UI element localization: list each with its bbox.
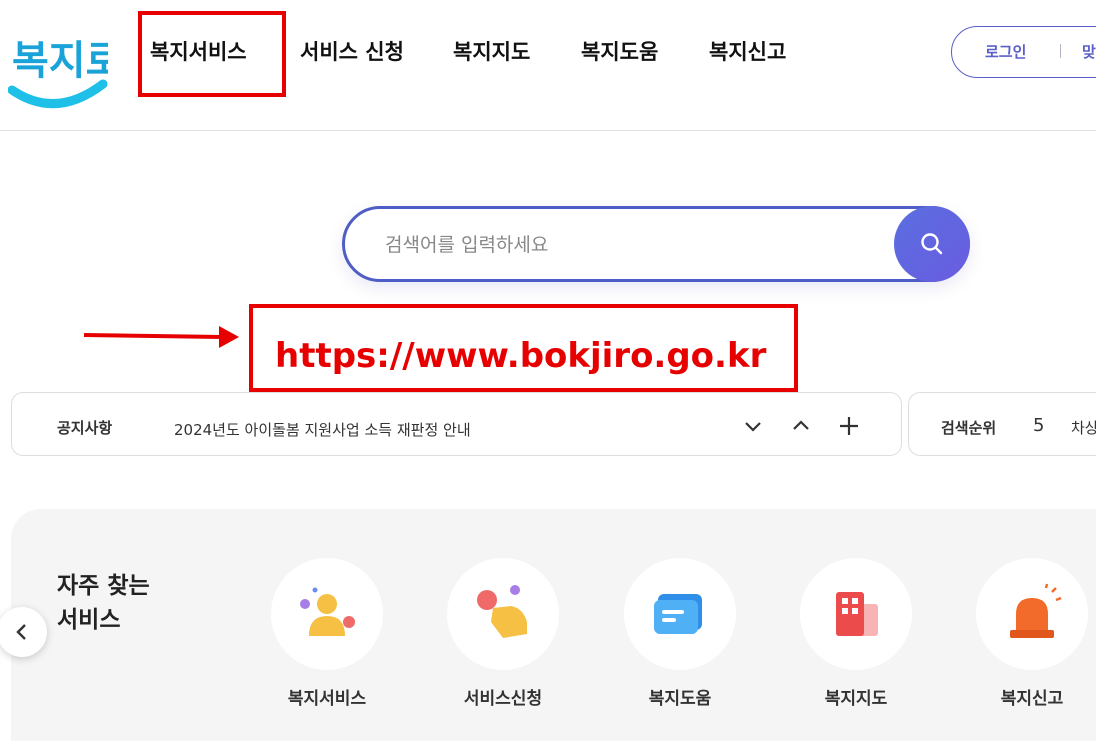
- frequent-title: 자주 찾는 서비스: [57, 569, 150, 637]
- service-label: 서비스신청: [463, 689, 543, 709]
- rank-keyword[interactable]: 차상: [1071, 417, 1096, 438]
- chat-card-icon: [654, 594, 702, 634]
- service-icon-circle: [271, 558, 383, 670]
- service-icon-circle: [447, 558, 559, 670]
- notice-label: 공지사항: [57, 419, 113, 437]
- join-link[interactable]: 맞: [1082, 41, 1096, 62]
- frequent-title-line1: 자주 찾는: [57, 573, 150, 599]
- person-icon: [300, 587, 355, 636]
- rank-number: 5: [1033, 415, 1045, 436]
- notice-more-button[interactable]: [834, 411, 864, 441]
- search-button[interactable]: [894, 206, 970, 282]
- service-item-welfare-help[interactable]: 복지도움: [624, 558, 736, 709]
- service-item-welfare-map[interactable]: 복지지도: [800, 558, 912, 709]
- nav-item-welfare-report[interactable]: 복지신고: [709, 36, 786, 68]
- plus-icon: [840, 417, 858, 435]
- search-input[interactable]: [385, 227, 885, 263]
- notice-next-button[interactable]: [738, 411, 768, 441]
- service-label: 복지지도: [824, 689, 888, 709]
- search-bar: [342, 206, 970, 282]
- util-divider: [1060, 44, 1061, 58]
- search-icon: [921, 233, 943, 255]
- service-label: 복지신고: [1000, 689, 1064, 709]
- service-item-welfare-service[interactable]: 복지서비스: [271, 558, 383, 709]
- notice-item[interactable]: 2024년도 아이돌봄 지원사업 소득 재판정 안내: [174, 419, 471, 440]
- search-rank-bar: 검색순위 5 차상: [908, 392, 1096, 456]
- chevron-down-icon: [745, 422, 761, 432]
- carousel-prev-button[interactable]: [0, 607, 47, 657]
- annotation-arrow-icon: [84, 326, 239, 348]
- url-annotation-text: https://www.bokjiro.go.kr: [275, 336, 767, 376]
- login-link[interactable]: 로그인: [985, 41, 1026, 62]
- logo-text: 복지로: [12, 38, 108, 84]
- site-header: 복지로 복지서비스 서비스 신청 복지지도 복지도움 복지신고 로그인 맞: [0, 0, 1096, 131]
- building-icon: [836, 592, 878, 636]
- site-logo[interactable]: 복지로: [8, 22, 108, 112]
- nav-highlight-box: [138, 11, 286, 97]
- service-icon-circle: [976, 558, 1088, 670]
- hand-touch-icon: [477, 585, 527, 638]
- frequent-title-line2: 서비스: [57, 607, 121, 633]
- chevron-left-icon: [16, 624, 26, 640]
- nav-item-welfare-map[interactable]: 복지지도: [453, 36, 530, 68]
- util-menu: 로그인 맞: [951, 26, 1096, 78]
- url-highlight-box: https://www.bokjiro.go.kr: [249, 304, 798, 392]
- rank-label: 검색순위: [941, 419, 997, 437]
- service-item-service-apply[interactable]: 서비스신청: [447, 558, 559, 709]
- service-label: 복지도움: [648, 689, 712, 709]
- notice-prev-button[interactable]: [786, 411, 816, 441]
- service-icon-circle: [800, 558, 912, 670]
- service-label: 복지서비스: [287, 689, 367, 709]
- service-item-welfare-report[interactable]: 복지신고: [976, 558, 1088, 709]
- logo-graphic: 복지로: [8, 38, 108, 109]
- notice-bar: 공지사항 2024년도 아이돌봄 지원사업 소득 재판정 안내: [11, 392, 902, 456]
- chevron-up-icon: [793, 420, 809, 430]
- siren-icon: [1010, 583, 1062, 638]
- frequent-services: 자주 찾는 서비스 복지서비스 서비스신청 복지도움 복지지도 복지신고: [0, 509, 1096, 741]
- nav-item-welfare-help[interactable]: 복지도움: [581, 36, 658, 68]
- service-icon-circle: [624, 558, 736, 670]
- nav-item-service-apply[interactable]: 서비스 신청: [300, 36, 404, 68]
